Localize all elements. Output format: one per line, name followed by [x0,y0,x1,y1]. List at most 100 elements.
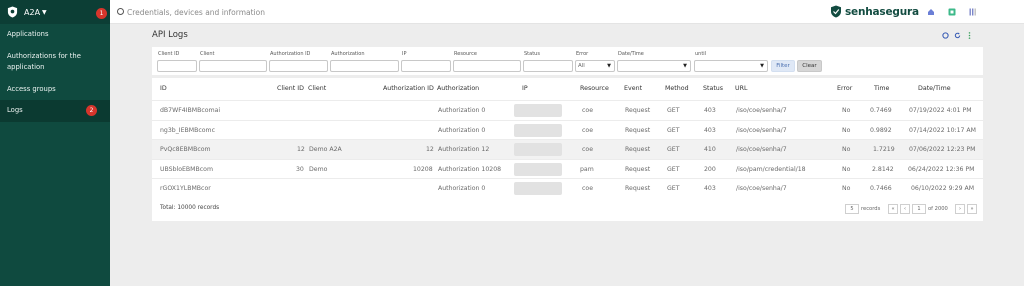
error-select[interactable]: All ▼ [575,60,615,72]
column-header-client[interactable]: Client [308,85,326,92]
table-row[interactable]: PvQc8EBMBcom 12 Demo A2A 12 Authorizatio… [152,139,983,159]
next-page-button[interactable]: › [955,204,965,214]
table-row[interactable]: ng3b_IEBMBcomc Authorization 0 coe Reque… [152,120,983,140]
cell-client-id: 12 [297,146,305,153]
sidebar-item-label: Access groups [7,85,56,93]
column-header-id[interactable]: ID [160,85,167,92]
cell-resource: coe [582,185,593,192]
cell-authorization: Authorization 10208 [438,166,502,173]
cell-time: 0.9892 [870,127,892,134]
prev-page-button[interactable]: ‹ [900,204,910,214]
total-records: Total: 10000 records [160,205,220,211]
column-header-status[interactable]: Status [703,85,723,92]
first-page-button[interactable]: « [888,204,898,214]
column-header-error[interactable]: Error [837,85,852,92]
logo-shield-icon [831,5,841,18]
cell-resource: coe [582,107,593,114]
table-row[interactable]: dB7WF4IBMBcomai Authorization 0 coe Requ… [152,100,983,120]
cell-client: Demo A2A [309,146,342,153]
column-header-event[interactable]: Event [624,85,642,92]
page-number-input[interactable]: 1 [912,204,926,214]
last-page-button[interactable]: » [967,204,977,214]
sidebar-item-label: Logs [7,106,23,114]
cell-datetime: 07/19/2022 4:01 PM [909,107,972,114]
page-actions [942,32,973,39]
refresh-icon[interactable] [954,32,961,39]
cell-method: GET [667,166,680,173]
cell-error: No [842,166,851,173]
cell-authorization-id: 12 [426,146,434,153]
cell-authorization: Authorization 12 [438,146,490,153]
home-icon[interactable] [927,8,935,16]
more-vertical-icon[interactable] [966,32,973,39]
caret-down-icon: ▼ [42,8,47,16]
search-icon[interactable] [117,8,124,15]
filter-label-client-id: Client ID [158,51,180,57]
global-search-input[interactable] [127,5,427,19]
cell-url: /iso/coe/senha/7 [736,185,787,192]
filter-button[interactable]: Filter [771,60,795,72]
ip-field[interactable] [401,60,451,72]
sidebar-header[interactable]: A2A ▼ [0,0,110,24]
date-until-select[interactable]: ▼ [694,60,768,72]
column-header-authorization[interactable]: Authorization [437,85,479,92]
column-header-datetime[interactable]: Date/Time [918,85,951,92]
bookshelf-icon[interactable] [969,8,977,16]
column-header-ip[interactable]: IP [522,85,528,92]
filter-label-authorization: Authorization [331,51,365,57]
logs-table: ID Client ID Client Authorization ID Aut… [152,78,983,221]
shield-icon [7,6,18,18]
client-field[interactable] [199,60,267,72]
chevron-down-icon: ▼ [607,63,611,69]
cell-client: Demo [309,166,328,173]
cell-error: No [842,146,851,153]
cell-url: /iso/coe/senha/7 [736,107,787,114]
authorization-field[interactable] [330,60,399,72]
cell-id: UBSbloEBMBcom [160,166,213,173]
column-header-url[interactable]: URL [735,85,748,92]
cell-event: Request [625,185,651,192]
cell-method: GET [667,127,680,134]
column-header-client-id[interactable]: Client ID [277,85,304,92]
notification-badge: 1 [96,8,107,19]
cell-id: ng3b_IEBMBcomc [160,127,215,134]
sidebar-item-label: Authorizations for the [7,52,81,60]
cell-event: Request [625,146,651,153]
cell-authorization: Authorization 0 [438,107,486,114]
column-header-time[interactable]: Time [874,85,889,92]
filter-label-authorization-id: Authorization ID [270,51,311,57]
client-id-field[interactable] [157,60,197,72]
column-header-method[interactable]: Method [665,85,689,92]
table-row[interactable]: UBSbloEBMBcom 30 Demo 10208 Authorizatio… [152,159,983,179]
circle-icon[interactable] [942,32,949,39]
sidebar-item-access-groups[interactable]: Access groups [0,84,110,95]
cell-event: Request [625,166,651,173]
clear-button[interactable]: Clear [797,60,822,72]
filter-label-datetime: Date/Time [618,51,644,57]
filter-label-ip: IP [402,51,407,57]
cell-time: 1.7219 [873,146,895,153]
sidebar: A2A ▼ 1 Applications Authorizations for … [0,0,110,286]
table-row[interactable]: rGOX1YLBMBcor Authorization 0 coe Reques… [152,178,983,198]
module-title: A2A [24,7,41,17]
apps-icon[interactable] [948,8,956,16]
column-header-authorization-id[interactable]: Authorization ID [383,85,434,92]
cell-status: 403 [704,107,716,114]
sidebar-item-label: Applications [7,30,49,38]
records-per-page-input[interactable]: 5 [845,204,859,214]
top-bar: senhasegura [110,0,1024,24]
authorization-id-field[interactable] [269,60,328,72]
cell-event: Request [625,127,651,134]
date-from-select[interactable]: ▼ [617,60,691,72]
sidebar-item-authorizations[interactable]: Authorizations for the application [0,51,110,73]
sidebar-item-applications[interactable]: Applications [0,29,110,40]
cell-error: No [842,185,851,192]
cell-authorization: Authorization 0 [438,127,486,134]
cell-method: GET [667,146,680,153]
status-field[interactable] [523,60,573,72]
cell-time: 2.8142 [872,166,894,173]
cell-id: dB7WF4IBMBcomai [160,107,221,114]
cell-status: 403 [704,127,716,134]
column-header-resource[interactable]: Resource [580,85,609,92]
resource-field[interactable] [453,60,521,72]
